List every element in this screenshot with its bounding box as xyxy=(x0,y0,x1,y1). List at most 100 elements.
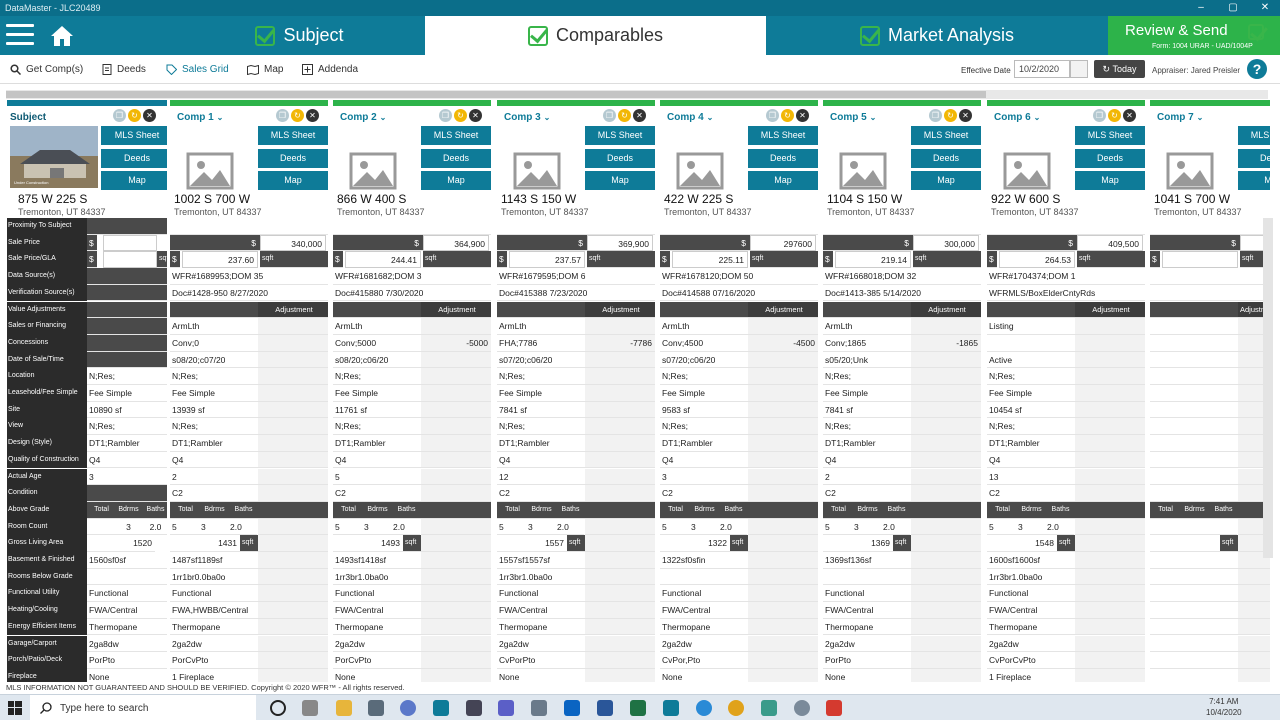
teams-icon[interactable] xyxy=(498,700,514,716)
leasehold-cell[interactable]: Fee Simple xyxy=(333,385,421,402)
adjustment-cell[interactable] xyxy=(258,602,328,619)
energy-cell[interactable]: Thermopane xyxy=(170,619,258,636)
leasehold-cell[interactable]: Fee Simple xyxy=(823,385,911,402)
subject-functional-cell[interactable]: Functional xyxy=(87,585,167,603)
map-button[interactable]: Map xyxy=(585,171,655,190)
adjustment-cell[interactable] xyxy=(911,468,981,486)
chevron-down-icon[interactable]: ⌄ xyxy=(1034,113,1041,122)
adjustment-cell[interactable] xyxy=(421,468,491,486)
functional-cell[interactable]: Functional xyxy=(823,585,911,603)
adjustment-cell[interactable] xyxy=(748,351,818,369)
date-cell[interactable]: s08/20;c07/20 xyxy=(170,352,258,369)
site-cell[interactable]: 7841 sf xyxy=(823,402,911,419)
horizontal-scrollbar[interactable] xyxy=(6,90,1268,99)
adjustment-cell[interactable] xyxy=(1238,635,1270,653)
file-explorer-icon[interactable] xyxy=(336,700,352,716)
room-total-cell[interactable]: 5 xyxy=(660,519,689,536)
tab-comparables[interactable]: Comparables xyxy=(425,16,766,55)
heating-cell[interactable] xyxy=(1150,602,1238,619)
adjustment-cell[interactable] xyxy=(585,401,655,419)
adjustment-cell[interactable] xyxy=(748,552,818,569)
adjustment-cell[interactable] xyxy=(1075,368,1145,385)
location-cell[interactable] xyxy=(1150,368,1238,385)
room-bdrms-cell[interactable]: 3 xyxy=(526,519,555,536)
sales-cell[interactable]: ArmLth xyxy=(333,318,421,335)
browser-icon[interactable] xyxy=(400,700,416,716)
mls-sheet-button[interactable]: MLS Sheet xyxy=(585,126,655,145)
adjustment-cell[interactable] xyxy=(748,635,818,653)
adjustment-cell[interactable] xyxy=(1075,518,1145,536)
sale-price-cell[interactable]: 300,000 xyxy=(913,234,979,252)
room-total-cell[interactable]: 5 xyxy=(823,519,852,536)
subject-heating-cell[interactable]: FWA/Central xyxy=(87,602,167,619)
adjustment-cell[interactable] xyxy=(585,635,655,653)
proximity-cell[interactable] xyxy=(333,218,491,235)
location-cell[interactable]: N;Res; xyxy=(660,368,748,385)
adjustment-cell[interactable] xyxy=(748,668,818,682)
verification-cell[interactable]: Doc#415388 7/23/2020 xyxy=(497,285,655,302)
leasehold-cell[interactable]: Fee Simple xyxy=(497,385,585,402)
adjustment-cell[interactable] xyxy=(585,368,655,385)
deeds-button[interactable]: Deeds xyxy=(911,148,981,168)
adjustment-cell[interactable] xyxy=(421,535,491,552)
proximity-cell[interactable] xyxy=(1150,218,1270,235)
adjustment-cell[interactable] xyxy=(258,385,328,402)
mls-sheet-button[interactable]: MLS Sheet xyxy=(1075,126,1145,145)
room-total-cell[interactable]: 5 xyxy=(497,519,526,536)
app-icon[interactable] xyxy=(794,700,810,716)
adjustment-cell[interactable] xyxy=(258,552,328,569)
adjustment-cell[interactable] xyxy=(911,585,981,603)
design-cell[interactable]: DT1;Rambler xyxy=(823,435,911,452)
concessions-cell[interactable]: FHA;7786 xyxy=(497,335,585,352)
adjustment-cell[interactable] xyxy=(585,385,655,402)
gla-cell[interactable]: 1322 xyxy=(660,535,730,552)
energy-cell[interactable]: Thermopane xyxy=(660,619,748,636)
age-cell[interactable]: 13 xyxy=(987,469,1075,486)
room-total-cell[interactable]: 5 xyxy=(170,519,199,536)
app-icon[interactable] xyxy=(466,700,482,716)
sales-cell[interactable]: ArmLth xyxy=(823,318,911,335)
proximity-cell[interactable] xyxy=(660,218,818,235)
adjustment-cell[interactable] xyxy=(258,635,328,653)
room-baths-cell[interactable]: 2.0 xyxy=(555,519,584,536)
copy-icon[interactable]: ❐ xyxy=(113,109,126,122)
adjustment-cell[interactable] xyxy=(258,451,328,469)
quality-cell[interactable]: Q4 xyxy=(333,452,421,469)
adjustment-cell[interactable] xyxy=(421,418,491,436)
functional-cell[interactable]: Functional xyxy=(987,585,1075,603)
adjustment-cell[interactable] xyxy=(258,485,328,502)
copy-icon[interactable]: ❐ xyxy=(603,109,616,122)
location-cell[interactable]: N;Res; xyxy=(497,368,585,385)
gla-cell[interactable]: 1557 xyxy=(497,535,567,552)
adjustment-cell[interactable] xyxy=(258,435,328,452)
rooms-below-cell[interactable]: 1rr1br0.0ba0o xyxy=(170,569,258,586)
view-cell[interactable]: N;Res; xyxy=(823,418,911,436)
sales-cell[interactable]: Listing xyxy=(987,318,1075,335)
view-cell[interactable]: N;Res; xyxy=(333,418,421,436)
rooms-below-cell[interactable]: 1rr3br1.0ba0o xyxy=(497,569,585,586)
date-cell[interactable]: Active xyxy=(987,352,1075,369)
adjustment-cell[interactable] xyxy=(748,618,818,636)
addenda-button[interactable]: Addenda xyxy=(302,55,358,84)
location-cell[interactable]: N;Res; xyxy=(170,368,258,385)
garage-cell[interactable] xyxy=(1150,636,1238,653)
concessions-cell[interactable]: Conv;0 xyxy=(170,335,258,352)
adjustment-cell[interactable] xyxy=(258,518,328,536)
sale-price-gla-input[interactable] xyxy=(103,251,157,269)
subject-empty-cell[interactable] xyxy=(87,351,167,369)
sale-price-gla-cell[interactable]: 244.41 xyxy=(345,251,421,269)
copy-icon[interactable]: ❐ xyxy=(276,109,289,122)
today-button[interactable]: ↻ Today xyxy=(1094,60,1145,78)
view-cell[interactable]: N;Res; xyxy=(170,418,258,436)
subject-design-cell[interactable]: DT1;Rambler xyxy=(87,435,167,452)
fireplace-cell[interactable]: None xyxy=(823,669,911,682)
adjustment-cell[interactable]: -5000 xyxy=(421,334,491,352)
condition-cell[interactable]: C2 xyxy=(497,485,585,502)
room-baths-cell[interactable] xyxy=(1208,519,1237,536)
deeds-button[interactable]: Deeds xyxy=(585,148,655,168)
subject-site-cell[interactable]: 10890 sf xyxy=(87,402,167,419)
remove-icon[interactable]: ✕ xyxy=(796,109,809,122)
word-icon[interactable] xyxy=(597,700,613,716)
subject-baths-cell[interactable]: 2.0 xyxy=(141,519,167,536)
heating-cell[interactable]: FWA/Central xyxy=(823,602,911,619)
